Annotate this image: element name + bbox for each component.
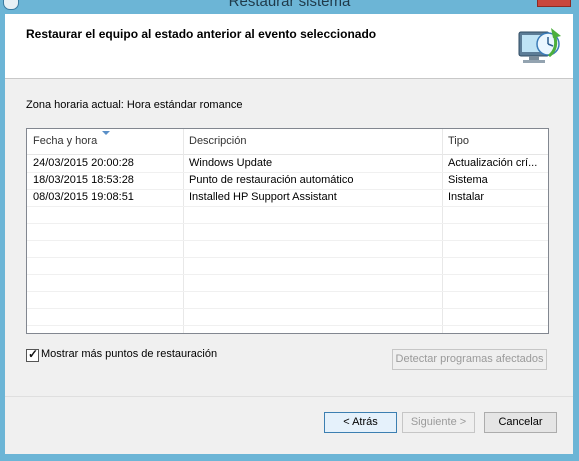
cell-date: 24/03/2015 20:00:28 bbox=[33, 157, 134, 169]
table-row[interactable]: 24/03/2015 20:00:28 Windows Update Actua… bbox=[27, 155, 548, 173]
empty-row bbox=[27, 291, 548, 309]
window-frame-right bbox=[573, 14, 579, 461]
cell-date: 18/03/2015 18:53:28 bbox=[33, 174, 134, 186]
page-title: Restaurar el equipo al estado anterior a… bbox=[26, 27, 377, 41]
empty-row bbox=[27, 257, 548, 275]
cell-description: Punto de restauración automático bbox=[189, 174, 354, 186]
cell-description: Installed HP Support Assistant bbox=[189, 191, 337, 203]
empty-row bbox=[27, 206, 548, 224]
table-row[interactable]: 08/03/2015 19:08:51 Installed HP Support… bbox=[27, 189, 548, 207]
empty-row bbox=[27, 240, 548, 258]
wizard-header: Restaurar el equipo al estado anterior a… bbox=[5, 14, 573, 79]
cell-type: Sistema bbox=[448, 174, 488, 186]
column-header-type[interactable]: Tipo bbox=[442, 129, 548, 154]
empty-row bbox=[27, 223, 548, 241]
empty-row bbox=[27, 274, 548, 292]
cell-date: 08/03/2015 19:08:51 bbox=[33, 191, 134, 203]
window-frame-bottom bbox=[0, 453, 579, 461]
cell-type: Actualización crí... bbox=[448, 157, 538, 169]
next-button[interactable]: Siguiente > bbox=[402, 412, 475, 433]
empty-row bbox=[27, 308, 548, 326]
restore-points-list[interactable]: Fecha y hora Descripción Tipo 24/03/2015… bbox=[26, 128, 549, 334]
window-title: Restaurar sistema bbox=[228, 0, 351, 10]
detect-affected-programs-button[interactable]: Detectar programas afectados bbox=[392, 349, 547, 370]
cancel-button[interactable]: Cancelar bbox=[484, 412, 557, 433]
window-titlebar[interactable]: Restaurar sistema bbox=[0, 0, 579, 14]
column-header-description[interactable]: Descripción bbox=[183, 129, 443, 154]
timezone-label: Zona horaria actual: Hora estándar roman… bbox=[26, 99, 243, 111]
checkmark-icon: ✓ bbox=[28, 347, 39, 361]
back-button[interactable]: < Atrás bbox=[324, 412, 397, 433]
show-more-label[interactable]: Mostrar más puntos de restauración bbox=[41, 348, 217, 360]
system-restore-icon bbox=[518, 28, 561, 63]
sort-arrow-icon bbox=[102, 131, 110, 135]
list-header: Fecha y hora Descripción Tipo bbox=[27, 129, 548, 155]
close-window-button[interactable] bbox=[537, 0, 571, 7]
cell-description: Windows Update bbox=[189, 157, 273, 169]
wizard-content: Zona horaria actual: Hora estándar roman… bbox=[5, 79, 573, 396]
show-more-checkbox[interactable]: ✓ bbox=[26, 347, 39, 362]
cell-type: Instalar bbox=[448, 191, 485, 203]
wizard-footer: < Atrás Siguiente > Cancelar bbox=[5, 396, 573, 454]
table-row[interactable]: 18/03/2015 18:53:28 Punto de restauració… bbox=[27, 172, 548, 190]
